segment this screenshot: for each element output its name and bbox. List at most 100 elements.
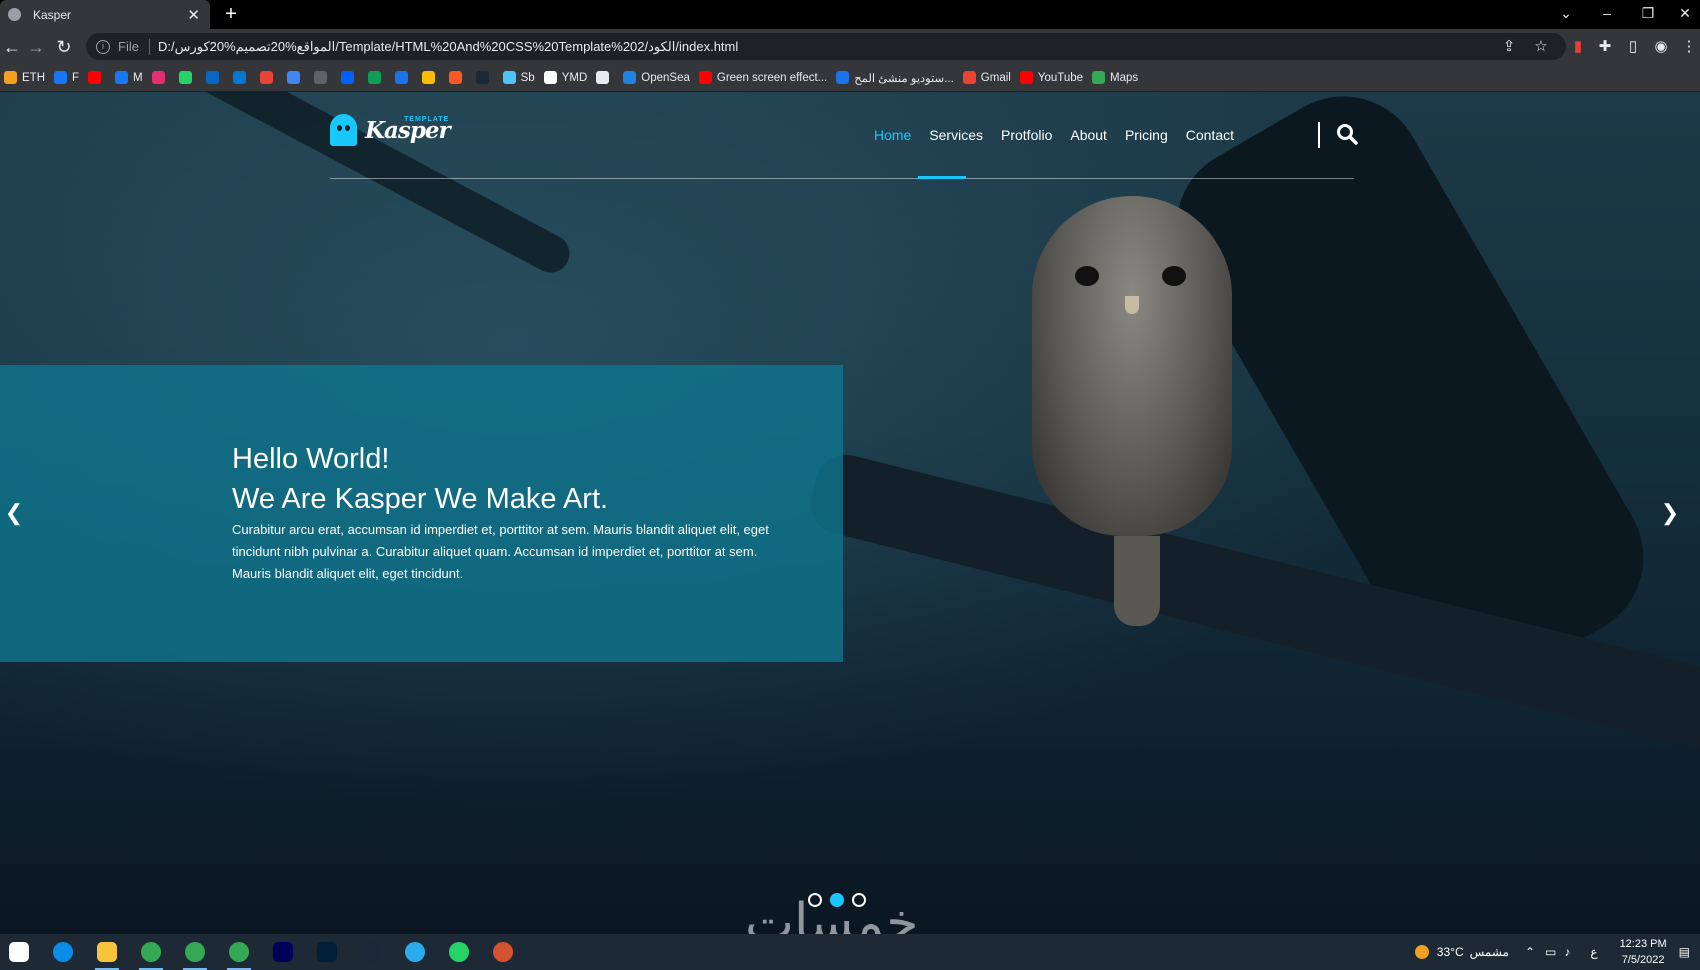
bookmark-icon	[475, 71, 489, 84]
bookmark-item[interactable]: Maps	[1092, 71, 1138, 84]
restore-button[interactable]: ❐	[1628, 0, 1668, 29]
photoshop-icon[interactable]	[310, 934, 344, 970]
search-icon[interactable]	[1335, 122, 1359, 146]
bookmark-item[interactable]	[475, 71, 494, 84]
nav-services[interactable]: Services	[929, 127, 983, 143]
bookmark-item[interactable]	[313, 71, 332, 84]
bookmark-icon	[54, 71, 67, 84]
file-explorer-icon[interactable]	[90, 934, 124, 970]
bookmark-icon	[205, 71, 219, 84]
sidepanel-icon[interactable]: ▯	[1623, 37, 1643, 57]
telegram-icon[interactable]	[398, 934, 432, 970]
minimize-button[interactable]: –	[1587, 0, 1627, 29]
slider-next-icon[interactable]: ❯	[1660, 500, 1680, 526]
puzzle-icon[interactable]: ✚	[1595, 37, 1615, 57]
weather-temp[interactable]: 33°C	[1437, 945, 1464, 959]
language-indicator[interactable]: ع	[1590, 945, 1597, 959]
network-icon[interactable]: ▭	[1545, 945, 1556, 959]
chevron-up-icon[interactable]: ⌃	[1525, 945, 1535, 959]
bookmark-label: YouTube	[1037, 71, 1084, 84]
bookmark-item[interactable]	[88, 71, 106, 84]
menu-icon[interactable]: ⋮	[1679, 37, 1699, 57]
bookmark-item[interactable]	[448, 71, 467, 84]
premiere-icon[interactable]	[266, 934, 300, 970]
whatsapp-icon[interactable]	[442, 934, 476, 970]
bookmark-item[interactable]: YMD	[543, 71, 587, 84]
edge-icon[interactable]	[46, 934, 80, 970]
bookmark-item[interactable]	[394, 71, 413, 84]
bookmark-item[interactable]: F	[54, 71, 79, 84]
taskbar: 33°C مشمس ⌃ ▭ ♪ ع 12:23 PM 7/5/2022 ▤	[0, 934, 1700, 970]
address-separator	[148, 38, 150, 55]
hero-title-line2: We Are Kasper We Make Art.	[232, 483, 609, 515]
bookmark-item[interactable]: Gmail	[962, 71, 1011, 84]
powerpoint-like-icon[interactable]	[486, 934, 520, 970]
close-window-button[interactable]: ✕	[1665, 0, 1700, 29]
bookmark-icon	[151, 71, 165, 84]
bookmark-item[interactable]	[151, 71, 170, 84]
nav-portfolio[interactable]: Protfolio	[1001, 127, 1052, 143]
bookmark-label: Maps	[1110, 71, 1139, 84]
logo-tag: TEMPLATE	[404, 116, 450, 123]
profile-avatar[interactable]: ◉	[1651, 37, 1671, 57]
bookmark-label: M	[133, 71, 143, 84]
bookmark-icon	[1092, 71, 1106, 84]
bookmark-item[interactable]	[205, 71, 224, 84]
back-icon[interactable]: ←	[0, 35, 24, 59]
extension-red-icon[interactable]: ▮	[1568, 37, 1588, 57]
bookmark-icon	[502, 71, 516, 84]
bookmark-item[interactable]: YouTube	[1019, 71, 1084, 84]
kasper-page: Kasper TEMPLATE Home Services Protfolio …	[0, 92, 1700, 934]
notifications-icon[interactable]: ▤	[1679, 945, 1690, 959]
nav-contact[interactable]: Contact	[1186, 127, 1234, 143]
star-icon[interactable]: ☆	[1531, 37, 1551, 57]
start-icon[interactable]	[2, 934, 36, 970]
steam-icon[interactable]	[354, 934, 388, 970]
site-logo[interactable]: Kasper TEMPLATE	[330, 114, 451, 146]
chrome-icon[interactable]	[134, 934, 168, 970]
url-text[interactable]: D:/المواقع%20تصميم%20كورس/Template/HTML%…	[158, 39, 738, 55]
info-icon[interactable]: i	[96, 39, 110, 54]
volume-icon[interactable]: ♪	[1564, 945, 1570, 959]
bookmark-icon	[698, 71, 712, 84]
tab-kasper[interactable]: Kasper ✕	[0, 0, 210, 29]
bookmark-icon	[836, 71, 850, 84]
bookmark-item[interactable]	[178, 71, 197, 84]
watermark-logo: خمسات	[745, 893, 919, 934]
bookmark-item[interactable]	[232, 71, 251, 84]
bookmark-item[interactable]: ETH	[4, 71, 45, 84]
slider-prev-icon[interactable]: ❮	[4, 500, 24, 526]
new-tab-button[interactable]: +	[220, 3, 242, 25]
bookmark-item[interactable]: Green screen effect...	[698, 71, 827, 84]
reload-icon[interactable]: ↻	[52, 35, 76, 59]
bookmark-item[interactable]	[421, 71, 440, 84]
weather-icon[interactable]	[1414, 945, 1429, 959]
bookmark-item[interactable]	[340, 71, 359, 84]
chrome-icon[interactable]	[178, 934, 212, 970]
hero-text: Curabitur arcu erat, accumsan id imperdi…	[232, 522, 769, 581]
bookmark-item[interactable]: M	[115, 71, 143, 84]
close-tab-icon[interactable]: ✕	[185, 6, 202, 24]
nav-pricing[interactable]: Pricing	[1125, 127, 1168, 143]
bookmark-item[interactable]	[286, 71, 305, 84]
bookmark-icon	[88, 71, 102, 84]
bookmark-item[interactable]	[367, 71, 386, 84]
nav-home[interactable]: Home	[874, 127, 911, 143]
bookmark-item[interactable]: Sb	[502, 71, 535, 84]
nav-active-indicator	[918, 176, 966, 179]
chrome-icon[interactable]	[222, 934, 256, 970]
address-bar[interactable]: i File D:/المواقع%20تصميم%20كورس/Templat…	[86, 33, 1566, 60]
forward-icon[interactable]: →	[24, 35, 48, 59]
bookmark-item[interactable]: ستوديو منشئ المح...	[836, 71, 954, 85]
share-icon[interactable]: ⇪	[1499, 37, 1519, 57]
bookmark-item[interactable]: OpenSea	[623, 71, 690, 84]
bookmarks-bar: ETH F M Sb YMD OpenSea Green screen effect... س…	[0, 64, 1700, 92]
clock[interactable]: 12:23 PM 7/5/2022	[1620, 936, 1667, 968]
weather-desc[interactable]: مشمس	[1470, 945, 1509, 959]
tab-title: Kasper	[33, 7, 72, 22]
bookmark-item[interactable]	[259, 71, 278, 84]
nav-about[interactable]: About	[1070, 127, 1107, 143]
tab-search-icon[interactable]: ⌄	[1546, 0, 1586, 29]
bookmark-item[interactable]	[596, 71, 614, 84]
site-header: Kasper TEMPLATE Home Services Protfolio …	[330, 92, 1358, 179]
